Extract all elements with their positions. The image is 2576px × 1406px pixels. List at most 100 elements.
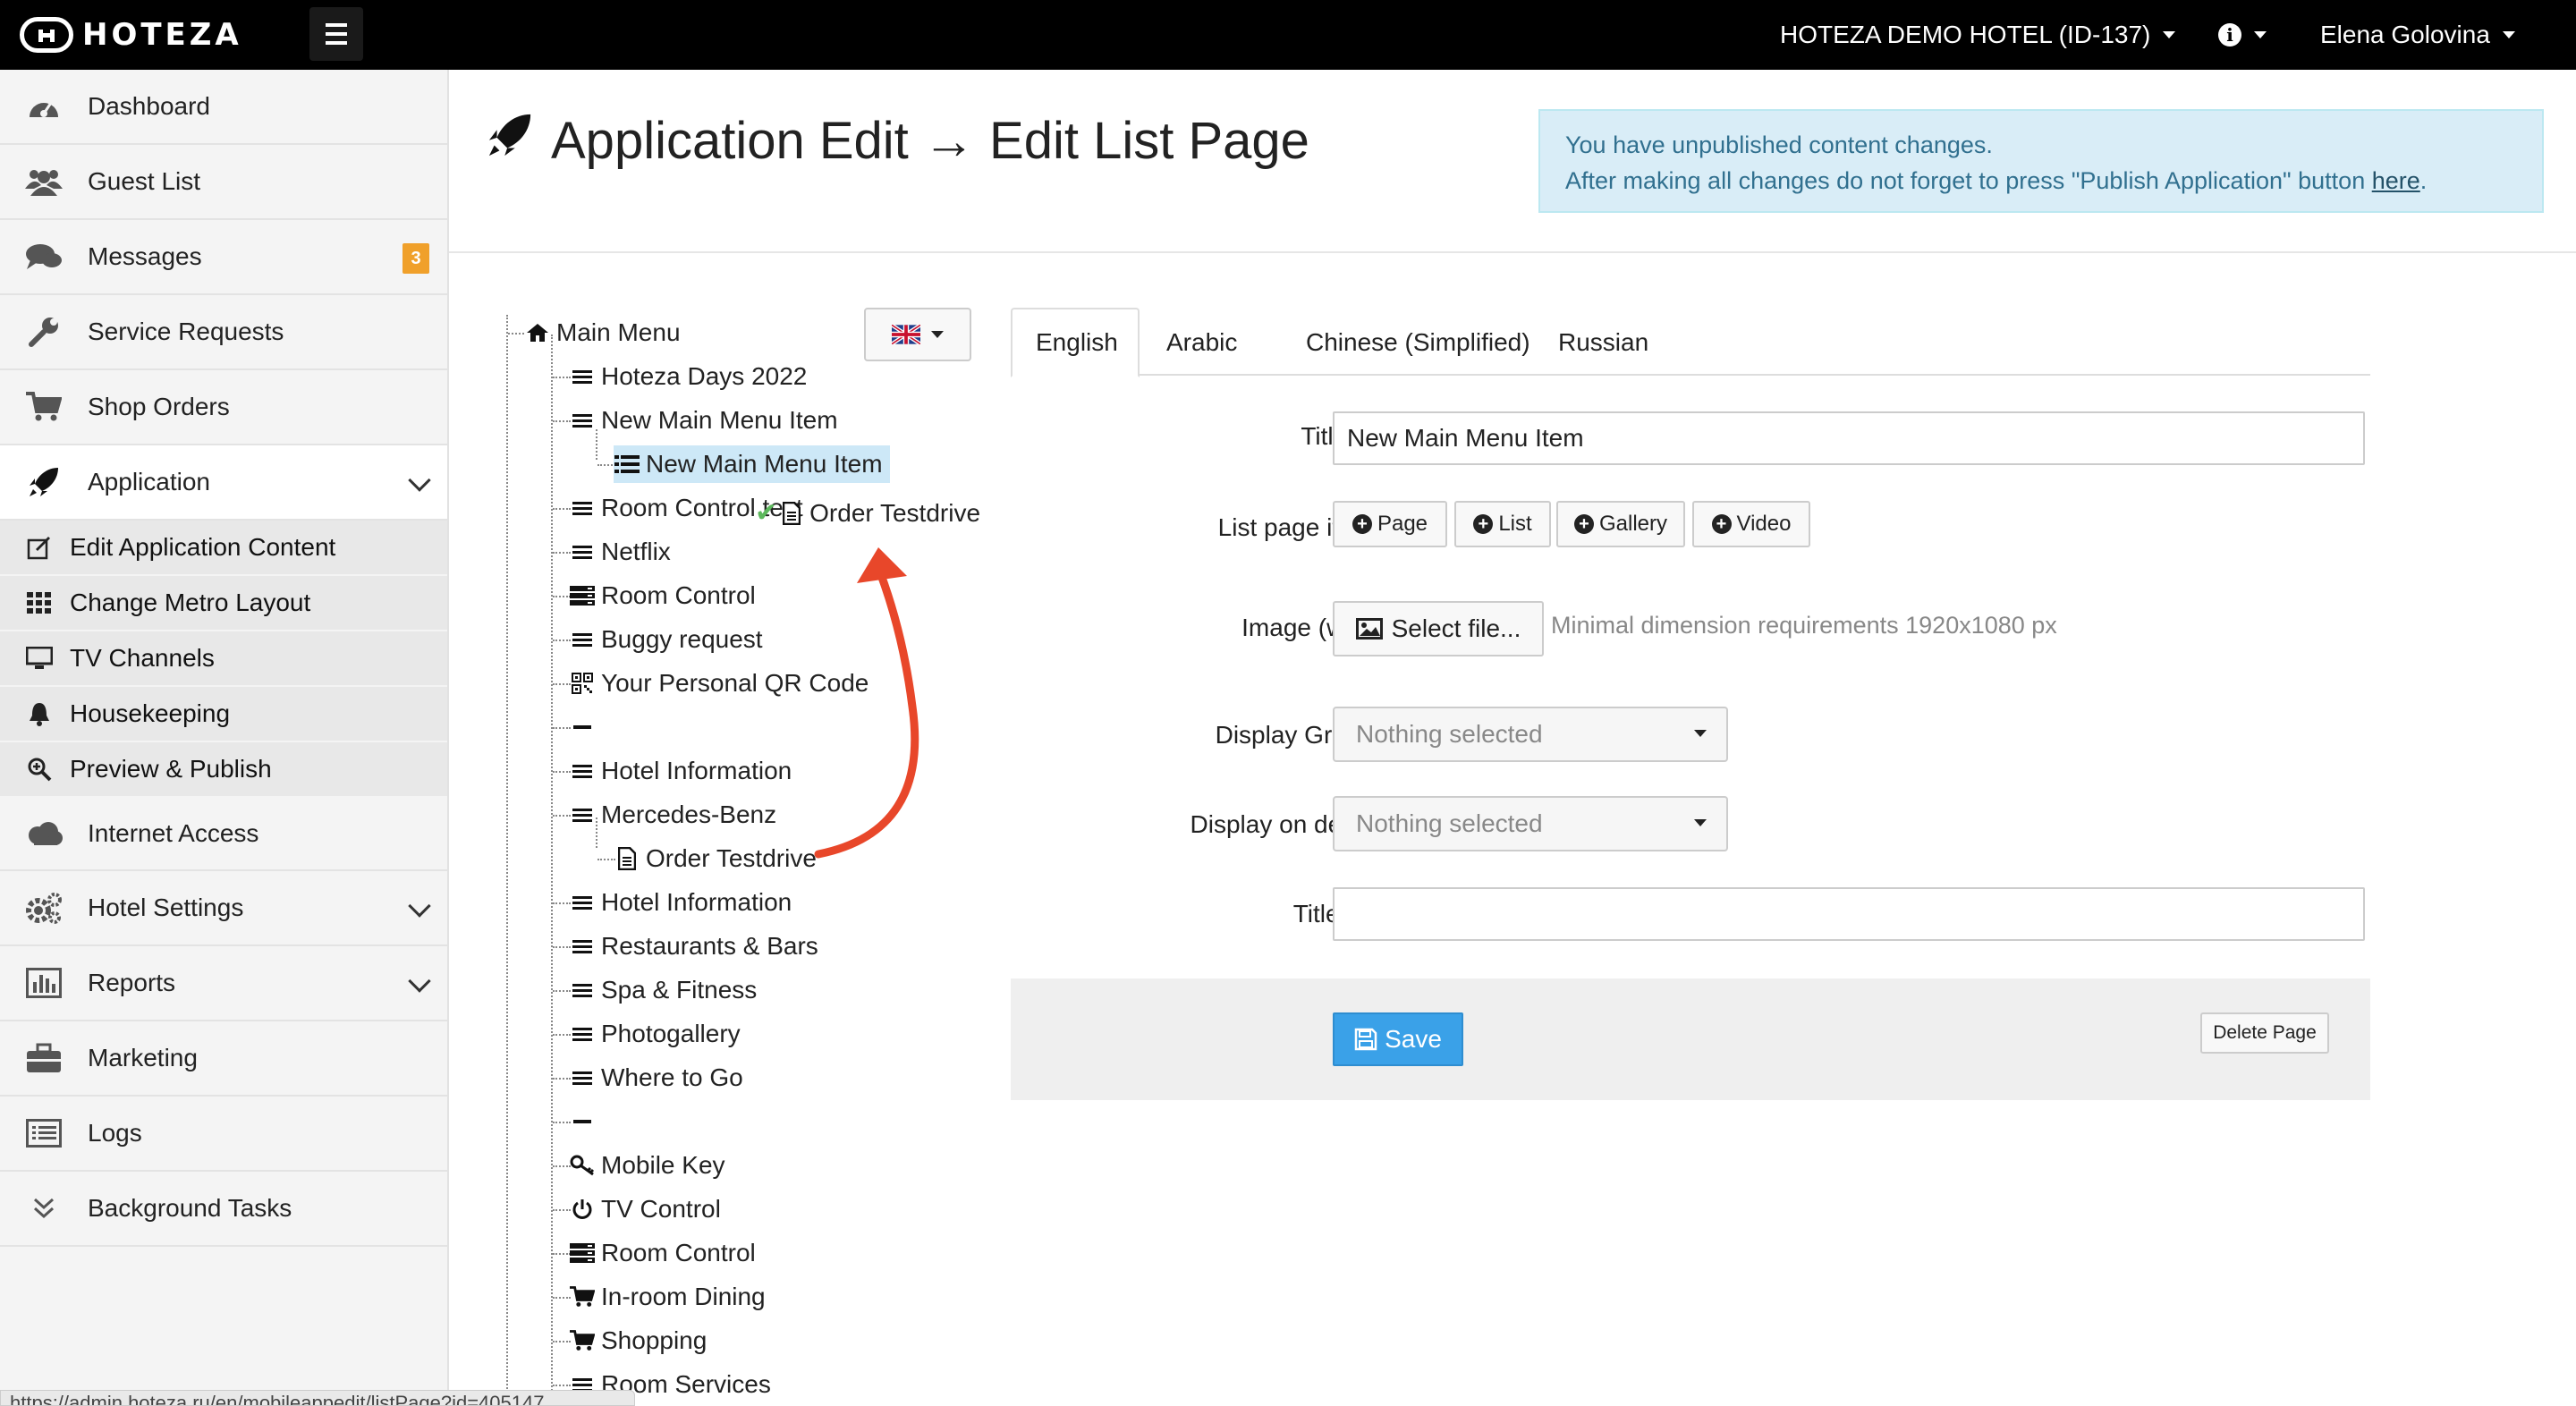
bar-chart-icon (0, 968, 88, 998)
tree-node[interactable]: Mobile Key (569, 1147, 725, 1184)
tab-arabic[interactable]: Arabic (1143, 308, 1260, 377)
delete-page-button[interactable]: Delete Page (2200, 1012, 2329, 1054)
page-title: Application Edit → Edit List Page (487, 111, 1309, 171)
sidebar-item-label: Messages (88, 242, 202, 270)
drag-arrow (814, 547, 919, 859)
tree-node[interactable] (569, 1103, 601, 1140)
tree-node[interactable]: Mercedes-Benz (569, 796, 776, 834)
tree-node[interactable]: TV Control (569, 1190, 721, 1228)
tree-node[interactable]: Where to Go (569, 1059, 743, 1097)
select-file-label: Select file... (1391, 614, 1521, 642)
sidebar-subitem-metro-layout[interactable]: Change Metro Layout (0, 576, 447, 631)
tree-node[interactable] (569, 708, 601, 746)
sidebar-item-dashboard[interactable]: Dashboard (0, 70, 447, 145)
sidebar-item-hotel-settings[interactable]: Hotel Settings (0, 871, 447, 946)
add-list-button[interactable]: + List (1454, 501, 1551, 547)
menu-icon (569, 413, 596, 428)
tree-connector-line (553, 902, 571, 904)
tree-node-label: Main Menu (556, 318, 681, 346)
list-icon (0, 1119, 88, 1148)
sidebar-item-logs[interactable]: Logs (0, 1097, 447, 1172)
tree-node[interactable]: New Main Menu Item (569, 402, 838, 439)
sidebar-item-background-tasks[interactable]: Background Tasks (0, 1172, 447, 1247)
list-page-items-label: List page items (1217, 513, 1386, 541)
sidebar-item-shop-orders[interactable]: Shop Orders (0, 370, 447, 445)
tree-connector-line (551, 335, 553, 1406)
tree-node[interactable]: Room Control (569, 1234, 756, 1272)
title-input[interactable]: New Main Menu Item (1333, 411, 2365, 465)
tab-chinese[interactable]: Chinese (Simplified) (1283, 308, 1554, 377)
tree-node-label: In-room Dining (601, 1283, 766, 1310)
sidebar-item-label: Reports (88, 969, 176, 996)
user-menu[interactable]: Elena Golovina (2320, 0, 2515, 70)
sidebar-subitem-housekeeping[interactable]: Housekeeping (0, 687, 447, 742)
display-groups-select[interactable]: Nothing selected (1333, 707, 1728, 762)
tree-node[interactable]: Main Menu (524, 314, 681, 352)
sidebar-item-internet-access[interactable]: Internet Access (0, 798, 447, 871)
tree-node[interactable]: Netflix (569, 533, 671, 571)
info-menu[interactable]: i (2218, 0, 2267, 70)
tree-node[interactable]: Restaurants & Bars (569, 927, 818, 965)
tree-node[interactable]: Hotel Information (569, 752, 792, 790)
rocket-icon (487, 111, 533, 171)
language-tabs: English Arabic Chinese (Simplified) Russ… (1011, 308, 2370, 377)
sidebar-item-guest-list[interactable]: Guest List (0, 145, 447, 220)
tree-connector-line (553, 1297, 571, 1299)
sidebar-item-marketing[interactable]: Marketing (0, 1021, 447, 1097)
sidebar-subitem-preview-publish[interactable]: Preview & Publish (0, 742, 447, 798)
sidebar-item-application[interactable]: Application (0, 445, 447, 521)
tab-russian[interactable]: Russian (1535, 308, 1672, 377)
tree-node[interactable]: Shopping (569, 1322, 707, 1359)
plus-circle-icon: + (1573, 514, 1594, 534)
tree-node[interactable]: In-room Dining (569, 1278, 766, 1316)
home-icon (524, 323, 551, 343)
sidebar-item-messages[interactable]: Messages 3 (0, 220, 447, 295)
bell-icon (0, 701, 70, 726)
tree-node[interactable]: Room Control (569, 577, 756, 614)
tree-connector-line (553, 596, 571, 597)
select-file-button[interactable]: Select file... (1333, 601, 1544, 656)
tree-node[interactable]: Hoteza Days 2022 (569, 358, 807, 395)
tree-node-label: Buggy request (601, 625, 763, 653)
save-button[interactable]: Save (1333, 1012, 1463, 1066)
plus-circle-icon: + (1352, 514, 1372, 534)
tree-node[interactable]: Hotel Information (569, 884, 792, 921)
tree-node[interactable]: Photogallery (569, 1015, 741, 1053)
sidebar-item-service-requests[interactable]: Service Requests (0, 295, 447, 370)
add-page-label: Page (1377, 512, 1428, 536)
plus-circle-icon: + (1473, 514, 1494, 534)
sidebar-item-reports[interactable]: Reports (0, 946, 447, 1021)
hoteza-logo-icon (20, 17, 73, 53)
tab-english[interactable]: English (1011, 308, 1140, 377)
tree-connector-line (553, 377, 571, 378)
tree-node[interactable]: Buggy request (569, 621, 763, 658)
sidebar-subitem-label: TV Channels (70, 644, 215, 672)
application-submenu: Edit Application Content Change Metro La… (0, 521, 447, 798)
image-wide-label: Image (wide) (1241, 614, 1386, 641)
sidebar-subitem-tv-channels[interactable]: TV Channels (0, 631, 447, 687)
tree-connector-line (553, 1165, 571, 1167)
sidebar-subitem-edit-content[interactable]: Edit Application Content (0, 521, 447, 576)
add-video-button[interactable]: + Video (1692, 501, 1810, 547)
tree-connector-line (553, 1341, 571, 1342)
comments-icon (0, 242, 88, 271)
add-gallery-button[interactable]: + Gallery (1556, 501, 1685, 547)
brand-logo[interactable]: HOTEZA (20, 14, 242, 55)
sidebar-subitem-label: Edit Application Content (70, 533, 336, 561)
display-on-device-select[interactable]: Nothing selected (1333, 796, 1728, 851)
tree-node-label: Hotel Information (601, 888, 792, 916)
title-tag-input[interactable] (1333, 887, 2365, 941)
menu-toggle-button[interactable] (309, 7, 363, 61)
tree-connector-line (553, 1209, 571, 1211)
publish-here-link[interactable]: here (2372, 167, 2420, 194)
tree-node-label: Netflix (601, 538, 671, 565)
tree-node[interactable]: Order Testdrive (614, 840, 817, 877)
add-page-button[interactable]: + Page (1333, 501, 1447, 547)
tree-node[interactable]: Spa & Fitness (569, 971, 757, 1009)
tree-node-label: Order Testdrive (646, 844, 817, 872)
tree-connector-line (553, 727, 571, 729)
tree-node[interactable]: New Main Menu Item (614, 445, 890, 483)
hotel-selector[interactable]: HOTEZA DEMO HOTEL (ID-137) (1780, 0, 2176, 70)
tree-connector-line (553, 1034, 571, 1036)
menu-icon (569, 895, 596, 910)
